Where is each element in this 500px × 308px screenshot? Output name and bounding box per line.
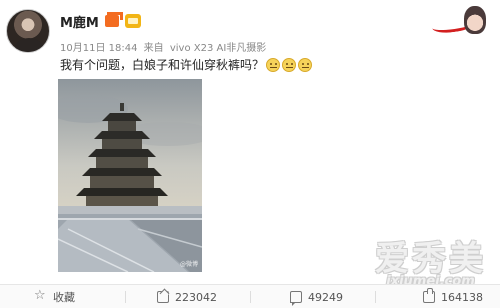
like-count: 164138 xyxy=(441,290,483,304)
action-bar: 收藏 223042 49249 164138 xyxy=(0,284,500,308)
post-source[interactable]: vivo X23 AI非凡摄影 xyxy=(170,43,266,54)
post-text: 我有个问题，白娘子和许仙穿秋裤吗？ xyxy=(60,56,313,73)
author-name[interactable]: M鹿M xyxy=(60,12,99,31)
post-meta: 10月11日 18:44 来自 vivo X23 AI非凡摄影 xyxy=(60,39,269,54)
watermark-cn: 爱秀美 xyxy=(375,239,486,279)
comment-button[interactable]: 49249 xyxy=(290,285,343,308)
like-icon xyxy=(423,288,435,303)
smile-emoji-icon xyxy=(282,57,297,72)
share-icon xyxy=(157,291,169,303)
post-photo[interactable]: @微博 xyxy=(58,79,202,272)
site-watermark: 爱秀美 ixiumei.com xyxy=(375,242,486,289)
avatar[interactable] xyxy=(6,9,50,53)
star-icon xyxy=(34,288,47,303)
source-prefix: 来自 xyxy=(143,43,164,54)
smile-emoji-icon xyxy=(298,57,313,72)
share-button[interactable]: 223042 xyxy=(157,285,217,308)
corner-logo xyxy=(431,4,488,42)
divider xyxy=(375,291,376,303)
photo-watermark: @微博 xyxy=(179,261,198,268)
comment-count: 49249 xyxy=(308,290,343,304)
divider xyxy=(125,291,126,303)
pagoda-illustration xyxy=(58,79,202,272)
favorite-button[interactable]: 收藏 xyxy=(34,285,75,308)
smile-emoji-icon xyxy=(266,57,281,72)
divider xyxy=(250,291,251,303)
comment-icon xyxy=(290,291,302,306)
member-badge-icon[interactable] xyxy=(124,14,141,28)
like-button[interactable]: 164138 xyxy=(423,285,483,308)
author-row: M鹿M xyxy=(60,12,141,31)
portrait-icon xyxy=(464,6,486,34)
post-body: 我有个问题，白娘子和许仙穿秋裤吗？ xyxy=(60,58,265,72)
share-count: 223042 xyxy=(175,290,217,304)
favorite-label: 收藏 xyxy=(53,291,75,304)
post-timestamp[interactable]: 10月11日 18:44 xyxy=(60,43,137,54)
vip-badge-icon[interactable] xyxy=(104,12,123,27)
